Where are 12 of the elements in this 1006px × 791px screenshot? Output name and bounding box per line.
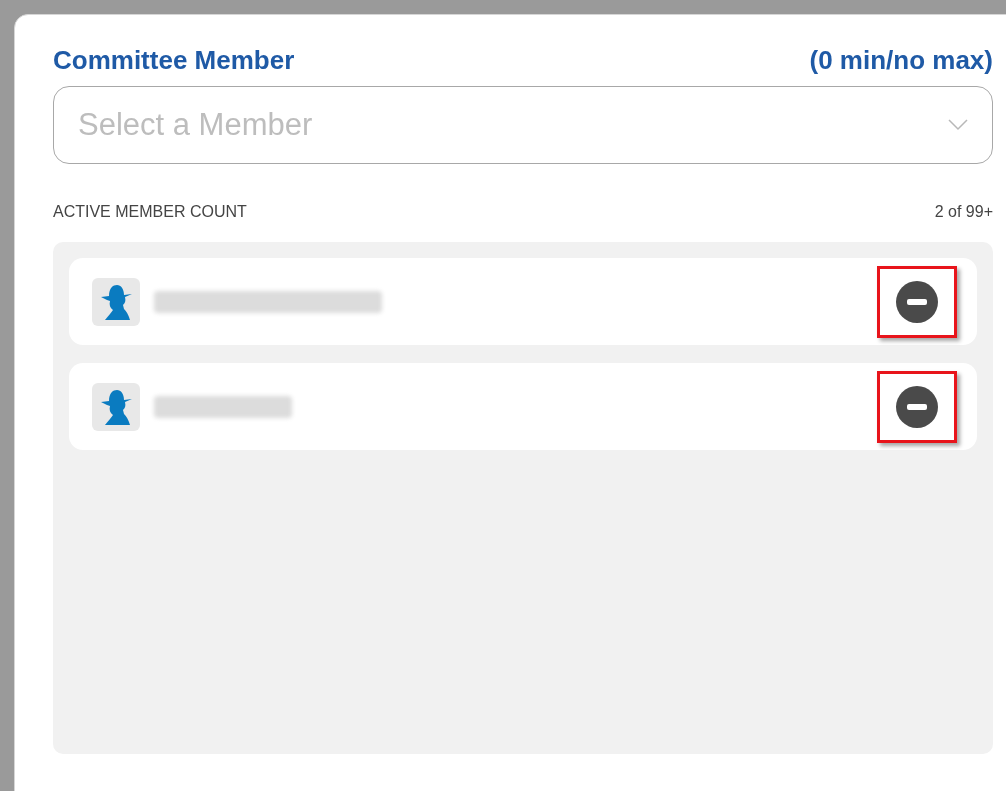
avatar-icon [92, 382, 140, 431]
field-limits: (0 min/no max) [809, 44, 993, 77]
minus-icon [907, 403, 927, 410]
member-select[interactable]: Select a Member [53, 86, 993, 164]
avatar-icon [92, 277, 140, 326]
count-label: ACTIVE MEMBER COUNT [53, 202, 247, 222]
minus-icon [907, 298, 927, 305]
chevron-down-icon [948, 119, 968, 131]
remove-button[interactable] [896, 385, 938, 428]
field-label: Committee Member [53, 44, 295, 77]
remove-button[interactable] [896, 280, 938, 323]
count-value: 2 of 99+ [934, 202, 993, 222]
